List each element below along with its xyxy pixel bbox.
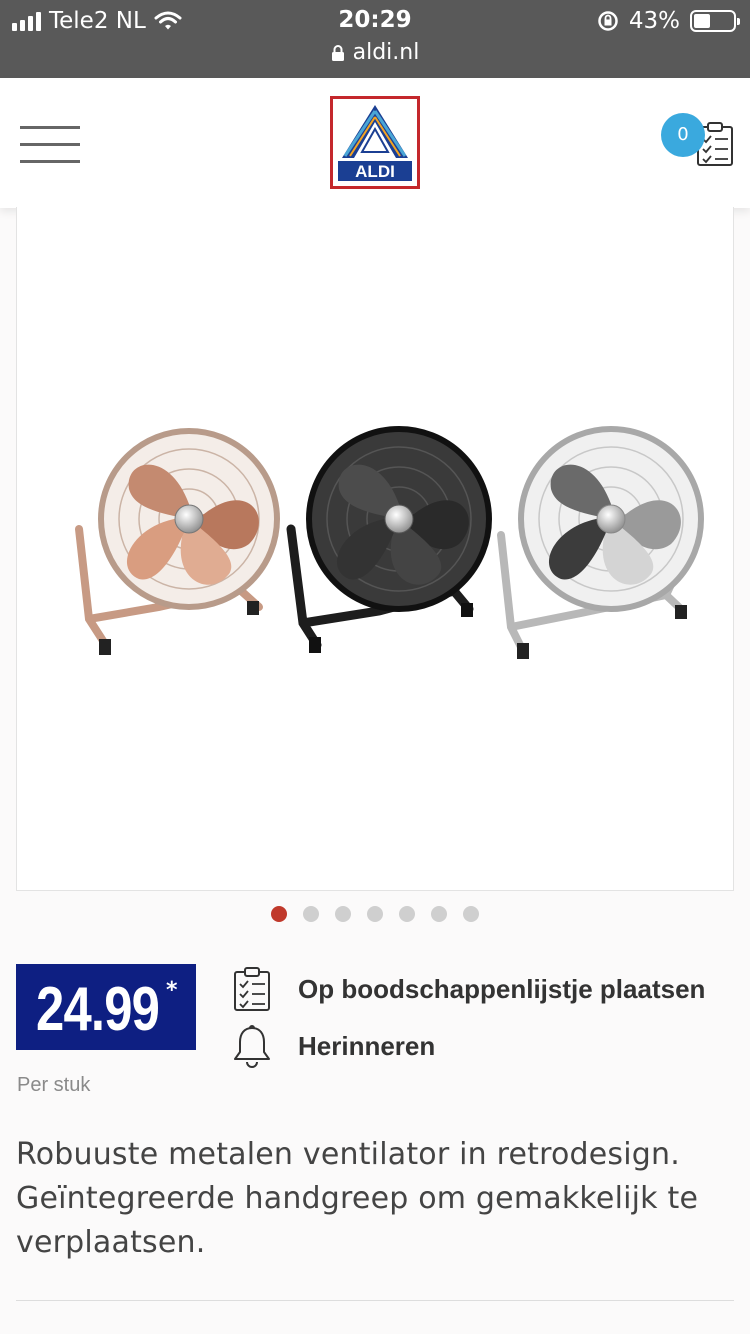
price-footnote-mark: * xyxy=(166,978,178,1003)
site-header: ALDI 0 xyxy=(0,78,750,208)
menu-icon[interactable] xyxy=(20,126,80,166)
product-image-card[interactable] xyxy=(16,207,734,891)
orientation-lock-icon xyxy=(598,11,618,31)
list-count-badge: 0 xyxy=(661,113,705,157)
divider xyxy=(16,1300,734,1301)
carousel-dot[interactable] xyxy=(463,906,479,922)
product-image xyxy=(75,426,704,659)
carousel-dots xyxy=(0,906,750,922)
logo-text: ALDI xyxy=(355,162,395,181)
add-to-list-button[interactable]: Op boodschappenlijstje plaatsen xyxy=(232,966,705,1012)
price-value: 24.99 xyxy=(36,975,160,1044)
carousel-dot[interactable] xyxy=(399,906,415,922)
lock-icon xyxy=(331,44,344,61)
bell-icon xyxy=(234,1025,270,1068)
carousel-dot[interactable] xyxy=(303,906,319,922)
remind-button[interactable]: Herinneren xyxy=(232,1024,435,1068)
status-bar: Tele2 NL 20:29 43% aldi.nl xyxy=(0,0,750,78)
product-description: Robuuste metalen ventilator in retrodesi… xyxy=(16,1137,699,1260)
shopping-list-icon xyxy=(234,967,270,1011)
carousel-dot[interactable] xyxy=(367,906,383,922)
carousel-dot[interactable] xyxy=(431,906,447,922)
price-unit: Per stuk xyxy=(17,1074,91,1096)
aldi-logo[interactable]: ALDI xyxy=(330,96,420,189)
battery-percent: 43% xyxy=(628,8,680,34)
shopping-list-button[interactable]: 0 xyxy=(660,113,740,183)
black-fan xyxy=(286,426,492,653)
address-bar[interactable]: aldi.nl xyxy=(0,40,750,65)
remind-label: Herinneren xyxy=(298,1030,436,1061)
status-right: 43% xyxy=(597,8,740,34)
url-text: aldi.nl xyxy=(352,40,420,65)
carousel-dot[interactable] xyxy=(335,906,351,922)
copper-fan xyxy=(75,428,280,655)
carousel-dot[interactable] xyxy=(271,906,287,922)
chrome-fan xyxy=(497,426,704,659)
price-tag: 24.99 * xyxy=(16,964,196,1050)
battery-icon xyxy=(690,10,740,32)
add-to-list-label: Op boodschappenlijstje plaatsen xyxy=(298,973,706,1004)
